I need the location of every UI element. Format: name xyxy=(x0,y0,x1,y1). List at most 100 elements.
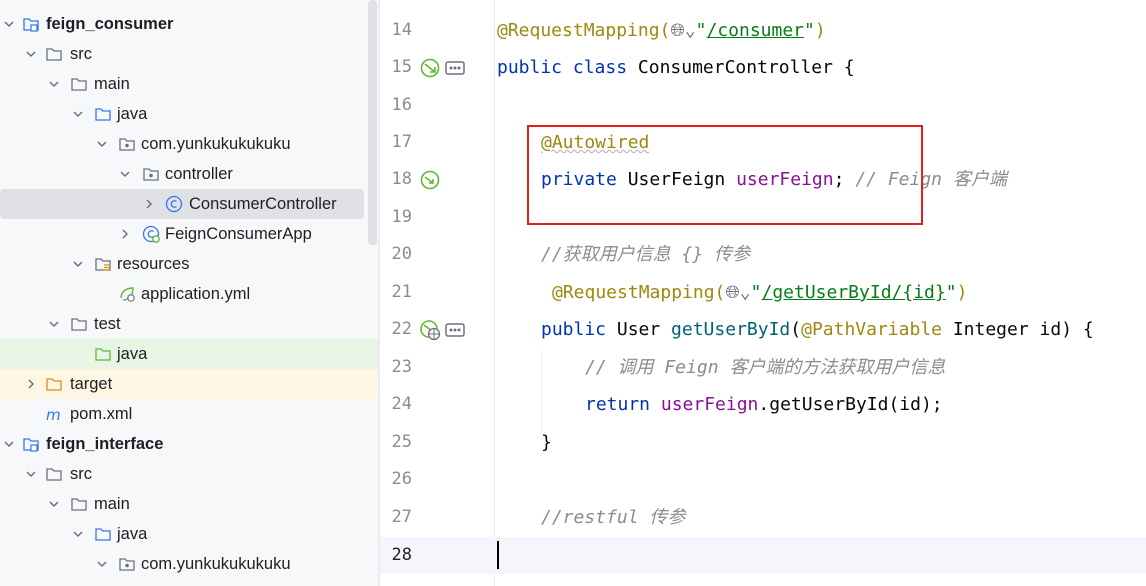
chevron-down-icon[interactable] xyxy=(71,257,85,271)
chevron-right-icon[interactable] xyxy=(118,227,132,241)
globe-icon[interactable]: 🌐︎⌄ xyxy=(670,20,695,41)
resources-folder-icon xyxy=(95,258,111,271)
chevron-down-icon[interactable] xyxy=(118,167,132,181)
tree-item-target[interactable]: target xyxy=(0,369,378,399)
line-number-current: 28 xyxy=(391,545,412,565)
tree-item-label: src xyxy=(70,45,92,63)
folder-icon xyxy=(71,318,87,331)
chevron-down-icon[interactable] xyxy=(2,17,16,31)
tree-item-label: test xyxy=(94,315,121,333)
tree-item-package[interactable]: com.yunkukukukuku xyxy=(0,549,378,579)
folder-icon xyxy=(71,78,87,91)
module-folder-icon xyxy=(23,18,39,32)
test-source-folder-icon xyxy=(95,348,111,361)
code-line-24[interactable]: return userFeign.getUserById(id); xyxy=(585,386,943,423)
code-line-25[interactable]: } xyxy=(541,424,552,461)
current-line-highlight xyxy=(380,537,1146,574)
code-line-23[interactable]: // 调用 Feign 客户端的方法获取用户信息 xyxy=(585,349,945,386)
tree-item-java[interactable]: java xyxy=(0,99,378,129)
line-number: 26 xyxy=(391,469,412,489)
tree-item-label: main xyxy=(94,495,130,513)
tree-item-test[interactable]: test xyxy=(0,309,378,339)
indent-guide xyxy=(541,350,542,430)
line-number: 23 xyxy=(391,357,412,377)
project-tree: feign_consumer src main java com.yunkuku… xyxy=(0,0,378,586)
tree-item-label: ConsumerController xyxy=(189,195,337,213)
endpoints-gutter-icon[interactable] xyxy=(444,57,466,79)
tree-item-src[interactable]: src xyxy=(0,459,378,489)
tree-item-src[interactable]: src xyxy=(0,39,378,69)
code-line-14[interactable]: @RequestMapping(🌐︎⌄"/consumer") xyxy=(497,12,826,49)
tree-item-feign-consumer-app[interactable]: FeignConsumerApp xyxy=(0,219,378,249)
tree-item-label: application.yml xyxy=(141,285,251,303)
chevron-down-icon[interactable] xyxy=(47,497,61,511)
source-folder-icon xyxy=(95,528,111,541)
chevron-down-icon[interactable] xyxy=(47,77,61,91)
line-number: 15 xyxy=(391,57,412,77)
code-line-15[interactable]: public class ConsumerController { xyxy=(497,49,855,86)
line-number: 20 xyxy=(391,244,412,264)
chevron-down-icon[interactable] xyxy=(95,137,109,151)
code-line-27[interactable]: //restful 传参 xyxy=(541,499,685,536)
excluded-folder-icon xyxy=(46,378,62,391)
tree-item-main[interactable]: main xyxy=(0,489,378,519)
line-number: 21 xyxy=(391,282,412,302)
spring-bean-gutter-icon[interactable] xyxy=(419,57,441,79)
endpoints-gutter-icon[interactable] xyxy=(444,319,466,341)
chevron-down-icon[interactable] xyxy=(2,437,16,451)
folder-icon xyxy=(71,498,87,511)
tree-item-consumer-controller[interactable]: ConsumerController xyxy=(0,189,364,219)
tree-item-label: target xyxy=(70,375,113,393)
line-number: 27 xyxy=(391,507,412,527)
tree-item-feign-consumer[interactable]: feign_consumer xyxy=(0,9,378,39)
package-icon xyxy=(119,138,135,151)
chevron-down-icon[interactable] xyxy=(71,107,85,121)
chevron-down-icon[interactable] xyxy=(24,47,38,61)
chevron-down-icon[interactable] xyxy=(95,557,109,571)
folder-icon xyxy=(46,48,62,61)
line-number: 19 xyxy=(391,207,412,227)
tree-item-java[interactable]: java xyxy=(0,519,378,549)
line-number: 14 xyxy=(391,20,412,40)
request-mapping-gutter-icon[interactable] xyxy=(419,319,441,341)
tree-item-label: FeignConsumerApp xyxy=(165,225,312,243)
tree-item-label: com.yunkukukukuku xyxy=(141,135,291,153)
autowired-gutter-icon[interactable] xyxy=(419,169,441,191)
chevron-down-icon[interactable] xyxy=(71,527,85,541)
chevron-down-icon[interactable] xyxy=(47,317,61,331)
line-number: 16 xyxy=(391,95,412,115)
tree-item-label: java xyxy=(117,105,148,123)
tree-item-feign-interface[interactable]: feign_interface xyxy=(0,429,378,459)
tree-item-package[interactable]: com.yunkukukukuku xyxy=(0,129,378,159)
tree-item-label: com.yunkukukukuku xyxy=(141,555,291,573)
code-line-22[interactable]: public User getUserById(@PathVariable In… xyxy=(541,311,1094,348)
globe-icon[interactable]: 🌐︎⌄ xyxy=(725,282,750,303)
module-folder-icon xyxy=(23,438,39,452)
code-line-21[interactable]: @RequestMapping(🌐︎⌄"/getUserById/{id}") xyxy=(552,274,967,311)
tree-item-resources[interactable]: resources xyxy=(0,249,378,279)
tree-item-label: java xyxy=(117,345,148,363)
code-line-20[interactable]: //获取用户信息 {} 传参 xyxy=(541,236,750,273)
tree-item-main[interactable]: main xyxy=(0,69,378,99)
tree-item-label: feign_interface xyxy=(46,435,164,453)
tree-scrollbar[interactable] xyxy=(368,0,377,245)
chevron-down-icon[interactable] xyxy=(24,467,38,481)
tree-item-label: main xyxy=(94,75,130,93)
tree-item-pom-xml[interactable]: m pom.xml xyxy=(0,399,378,429)
tree-item-controller[interactable]: controller xyxy=(0,159,378,189)
package-icon xyxy=(143,168,159,181)
line-number: 22 xyxy=(391,319,412,339)
line-number: 17 xyxy=(391,132,412,152)
chevron-right-icon[interactable] xyxy=(24,377,38,391)
line-number: 24 xyxy=(391,394,412,414)
highlight-box xyxy=(527,125,923,225)
tree-item-label: src xyxy=(70,465,92,483)
line-number: 18 xyxy=(391,169,412,189)
chevron-right-icon[interactable] xyxy=(142,197,156,211)
spring-boot-class-icon xyxy=(142,225,160,243)
svg-text:m: m xyxy=(46,406,61,423)
tree-item-test-java[interactable]: java xyxy=(0,339,378,369)
maven-icon: m xyxy=(46,406,61,423)
class-icon xyxy=(165,195,183,213)
tree-item-application-yml[interactable]: application.yml xyxy=(0,279,378,309)
